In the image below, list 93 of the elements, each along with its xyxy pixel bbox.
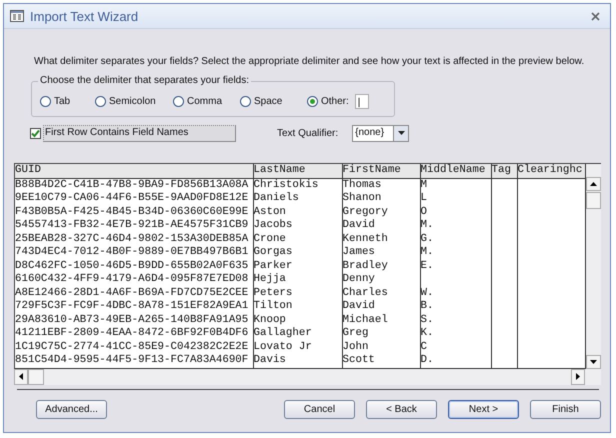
qualifier-dropdown[interactable]: {none} — [352, 125, 410, 142]
delimiter-option[interactable]: Space — [240, 96, 307, 107]
table-cell: John — [342, 340, 420, 354]
table-cell: W. — [420, 286, 491, 300]
table-cell: Bradley — [342, 260, 420, 273]
scroll-thumb[interactable] — [586, 192, 601, 209]
window-title: Import Text Wizard — [30, 8, 138, 24]
table-cell: Denny — [342, 273, 420, 286]
delimiter-option[interactable]: Comma — [173, 96, 240, 107]
table-cell: Tilton — [253, 300, 342, 314]
scroll-thumb[interactable] — [28, 368, 44, 384]
window-icon — [10, 10, 24, 22]
table-cell: C — [420, 340, 491, 354]
column-header: Tag — [491, 164, 517, 178]
other-delimiter-field[interactable]: | — [354, 94, 369, 109]
table-cell: L — [420, 192, 491, 206]
scroll-up-icon — [590, 182, 597, 186]
scroll-down-icon — [590, 360, 597, 364]
delimiter-option[interactable]: Semicolon — [95, 96, 173, 107]
table-cell: D8C462FC-1050-46D5-B9DD-655B02A0F635 — [15, 260, 253, 273]
table-cell: Thomas — [342, 178, 420, 192]
table-cell: 743D4EC4-7012-4B0F-9889-0E7BB497B6B1 — [15, 246, 253, 260]
table-cell: Jacobs — [253, 219, 342, 232]
table-cell: M — [420, 178, 491, 192]
qualifier-label: Text Qualifier: — [277, 128, 338, 139]
table-cell: David — [342, 300, 420, 314]
table-cell: Parker — [253, 260, 342, 273]
vertical-scrollbar[interactable] — [586, 164, 601, 368]
table-cell: M. — [420, 246, 491, 260]
wizard-button[interactable]: < Back — [366, 400, 437, 418]
table-cell: Greg — [342, 327, 420, 340]
table-cell: 29A83610-AB73-49EB-A265-140B8FA91A95 — [15, 314, 253, 327]
table-cell: Christokis — [253, 178, 342, 192]
wizard-button[interactable]: Next > — [448, 400, 519, 418]
check-icon — [31, 129, 40, 138]
table-cell: Davis — [253, 354, 342, 368]
table-cell: Knoop — [253, 314, 342, 327]
table-cell: O — [420, 206, 491, 219]
table-cell: D. — [420, 354, 491, 368]
table-cell: 729F5C3F-FC9F-4DBC-8A78-151EF82A9EA1 — [15, 300, 253, 314]
table-cell: 851C54D4-9595-44F5-9F13-FC7A83A4690F — [15, 354, 253, 368]
close-icon[interactable] — [591, 12, 600, 20]
instruction-text: What delimiter separates your fields? Select the appropriate delimiter and see how your text is affected in the preview below. — [34, 56, 586, 67]
table-cell: 54557413-FB32-4E7B-921B-AE4575F31CB9 — [15, 219, 253, 232]
table-cell: 9EE10C79-CA06-44F6-B55E-9AAD0FD8E12E — [15, 192, 253, 206]
table-cell: James — [342, 246, 420, 260]
scroll-right-icon — [576, 373, 580, 380]
table-cell: G. — [420, 232, 491, 246]
table-cell: M. — [420, 219, 491, 232]
table-cell: 25BEAB28-327C-46D4-9802-153A30DEB85A — [15, 232, 253, 246]
table-cell: Gorgas — [253, 246, 342, 260]
table-cell: 1C19C75C-2774-41CC-85E9-C042382C2E2E — [15, 340, 253, 354]
table-cell: Aston — [253, 206, 342, 219]
checkbox-label[interactable]: First Row Contains Field Names — [43, 125, 236, 142]
horizontal-scrollbar[interactable] — [14, 368, 601, 384]
wizard-button[interactable]: Cancel — [284, 400, 355, 418]
checkbox[interactable] — [30, 128, 41, 139]
table-cell: Gregory — [342, 206, 420, 219]
table-cell: 6160C432-4FF9-4179-A6D4-095F87E7ED08 — [15, 273, 253, 286]
table-cell: David — [342, 219, 420, 232]
table-cell: Gallagher — [253, 327, 342, 340]
wizard-button[interactable]: Advanced... — [36, 400, 107, 418]
column-header: MiddleName — [420, 164, 491, 178]
wizard-button[interactable]: Finish — [530, 400, 601, 418]
dropdown-arrow-icon — [398, 131, 405, 136]
table-cell: 41211EBF-2809-4EAA-8472-6BF92F0B4DF6 — [15, 327, 253, 340]
column-header: LastName — [253, 164, 342, 178]
table-cell — [517, 354, 585, 368]
table-cell: E. — [420, 260, 491, 273]
table-cell: F43B0B5A-F425-4B45-B34D-06360C60E99E — [15, 206, 253, 219]
table-cell: S. — [420, 314, 491, 327]
column-header: Clearinghc — [517, 164, 585, 178]
table-cell: B88B4D2C-C41B-47B8-9BA9-FD856B13A08A — [15, 178, 253, 192]
table-cell: B. — [420, 300, 491, 314]
table-cell: Peters — [253, 286, 342, 300]
table-cell: A8E12466-28D1-4A6F-B69A-FD7CD75E2CEE — [15, 286, 253, 300]
table-cell: Shanon — [342, 192, 420, 206]
delimiter-option[interactable]: Other: — [307, 96, 349, 107]
table-cell: Hejja — [253, 273, 342, 286]
group-legend: Choose the delimiter that separates your fields: — [38, 75, 251, 86]
scroll-left-icon — [19, 373, 23, 380]
table-cell: Charles — [342, 286, 420, 300]
table-cell: Kenneth — [342, 232, 420, 246]
table-cell — [491, 354, 517, 368]
delimiter-option[interactable]: Tab — [40, 96, 95, 107]
table-cell: Crone — [253, 232, 342, 246]
table-cell: Scott — [342, 354, 420, 368]
table-cell: Lovato Jr — [253, 340, 342, 354]
column-header: GUID — [15, 164, 253, 178]
column-header: FirstName — [342, 164, 420, 178]
table-cell: Michael — [342, 314, 420, 327]
table-cell: Daniels — [253, 192, 342, 206]
table-cell: K. — [420, 327, 491, 340]
